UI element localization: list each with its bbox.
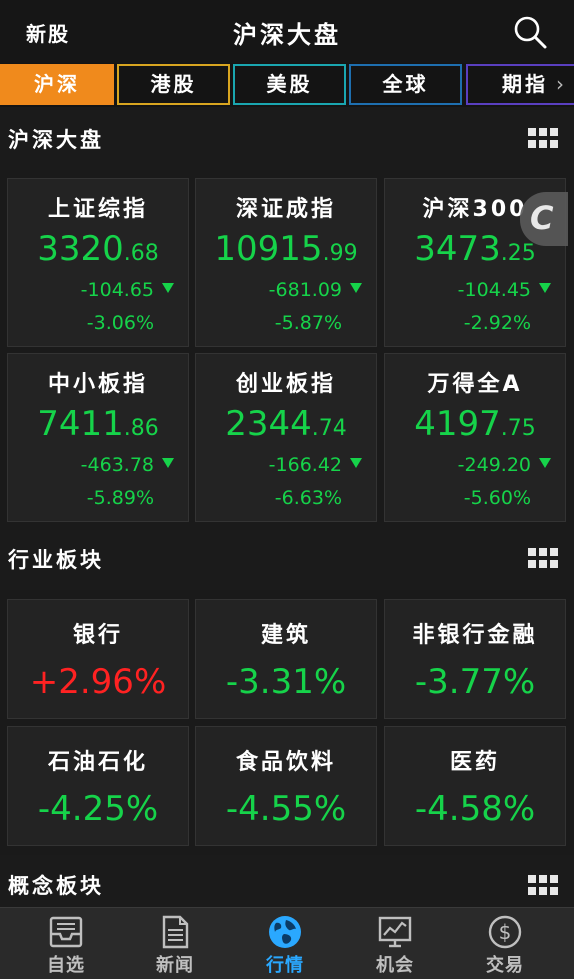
section-industry-header: 行业板块 bbox=[0, 530, 574, 590]
nav-watchlist[interactable]: 自选 bbox=[11, 908, 121, 979]
nav-label: 新闻 bbox=[156, 955, 194, 976]
index-card[interactable]: 创业板指 2344.74 -166.42 -6.63% bbox=[195, 353, 377, 522]
industry-percent: +2.96% bbox=[29, 662, 167, 702]
dollar-icon: $ bbox=[488, 915, 522, 949]
c-logo-icon: C bbox=[530, 199, 554, 237]
index-change: -463.78 bbox=[80, 454, 154, 476]
tab-hushen[interactable]: 沪深 bbox=[0, 64, 114, 105]
down-arrow-icon bbox=[350, 283, 362, 293]
industry-card[interactable]: 食品饮料 -4.55% bbox=[195, 726, 377, 846]
index-name: 万得全A bbox=[427, 372, 523, 397]
index-percent: -3.06% bbox=[86, 312, 154, 334]
nav-opportunity[interactable]: 机会 bbox=[340, 908, 450, 979]
down-arrow-icon bbox=[162, 283, 174, 293]
down-arrow-icon bbox=[162, 458, 174, 468]
section-concept-title: 概念板块 bbox=[8, 874, 104, 898]
grid-icon[interactable] bbox=[528, 128, 558, 150]
nav-market[interactable]: 行情 bbox=[230, 908, 340, 979]
index-name: 中小板指 bbox=[47, 372, 148, 397]
tab-futures-label: 期指 bbox=[502, 72, 548, 96]
nav-label: 机会 bbox=[376, 955, 414, 976]
industry-card[interactable]: 非银行金融 -3.77% bbox=[384, 599, 566, 719]
index-percent: -2.92% bbox=[463, 312, 531, 334]
index-name: 深证成指 bbox=[235, 197, 336, 222]
index-percent: -5.60% bbox=[463, 487, 531, 509]
tab-us[interactable]: 美股 bbox=[233, 64, 346, 105]
industry-name: 石油石化 bbox=[47, 750, 148, 775]
grid-icon[interactable] bbox=[528, 875, 558, 897]
nav-label: 行情 bbox=[266, 955, 304, 976]
svg-text:$: $ bbox=[499, 920, 512, 944]
index-change: -104.65 bbox=[80, 279, 154, 301]
chart-icon bbox=[378, 916, 412, 948]
bottom-nav: 自选 新闻 行情 机会 $ 交易 bbox=[0, 907, 574, 979]
industry-percent: -4.55% bbox=[225, 789, 347, 829]
search-icon[interactable] bbox=[512, 14, 548, 50]
industry-card[interactable]: 医药 -4.58% bbox=[384, 726, 566, 846]
index-value: 2344.74 bbox=[225, 404, 347, 444]
index-change: -249.20 bbox=[457, 454, 531, 476]
index-value: 10915.99 bbox=[214, 229, 358, 269]
document-icon bbox=[162, 915, 189, 949]
index-percent: -6.63% bbox=[274, 487, 342, 509]
tab-futures[interactable]: 期指 › bbox=[466, 64, 574, 105]
market-tabs: 沪深 港股 美股 全球 期指 › bbox=[0, 63, 574, 107]
industry-card[interactable]: 石油石化 -4.25% bbox=[7, 726, 189, 846]
nav-trade[interactable]: $ 交易 bbox=[450, 908, 560, 979]
index-percent: -5.87% bbox=[274, 312, 342, 334]
industry-name: 医药 bbox=[449, 750, 500, 775]
index-card[interactable]: 深证成指 10915.99 -681.09 -5.87% bbox=[195, 178, 377, 347]
tab-hk[interactable]: 港股 bbox=[117, 64, 230, 105]
nav-label: 自选 bbox=[47, 955, 85, 976]
section-industry-title: 行业板块 bbox=[8, 548, 104, 572]
globe-icon bbox=[269, 916, 301, 948]
tab-global[interactable]: 全球 bbox=[349, 64, 462, 105]
page-title: 沪深大盘 bbox=[233, 21, 341, 49]
index-name: 上证综指 bbox=[47, 197, 148, 222]
grid-icon[interactable] bbox=[528, 548, 558, 570]
index-card[interactable]: 万得全A 4197.75 -249.20 -5.60% bbox=[384, 353, 566, 522]
industry-name: 建筑 bbox=[260, 623, 311, 648]
down-arrow-icon bbox=[539, 283, 551, 293]
index-card[interactable]: 上证综指 3320.68 -104.65 -3.06% bbox=[7, 178, 189, 347]
industry-name: 银行 bbox=[72, 623, 123, 648]
index-value: 4197.75 bbox=[414, 404, 536, 444]
index-change: -166.42 bbox=[268, 454, 342, 476]
index-value: 3320.68 bbox=[37, 229, 159, 269]
section-index-header: 沪深大盘 bbox=[0, 110, 574, 170]
inbox-icon bbox=[49, 916, 83, 948]
section-concept-header: 概念板块 bbox=[0, 855, 574, 907]
chevron-right-icon: › bbox=[556, 72, 567, 96]
index-name: 创业板指 bbox=[235, 372, 336, 397]
industry-percent: -3.77% bbox=[414, 662, 536, 702]
industry-percent: -4.58% bbox=[414, 789, 536, 829]
industry-name: 食品饮料 bbox=[235, 750, 336, 775]
index-card[interactable]: 中小板指 7411.86 -463.78 -5.89% bbox=[7, 353, 189, 522]
down-arrow-icon bbox=[350, 458, 362, 468]
down-arrow-icon bbox=[539, 458, 551, 468]
industry-percent: -3.31% bbox=[225, 662, 347, 702]
industry-card[interactable]: 银行 +2.96% bbox=[7, 599, 189, 719]
nav-news[interactable]: 新闻 bbox=[120, 908, 230, 979]
index-percent: -5.89% bbox=[86, 487, 154, 509]
index-change: -681.09 bbox=[268, 279, 342, 301]
index-value: 7411.86 bbox=[37, 404, 159, 444]
floating-c-button[interactable]: C bbox=[520, 192, 568, 246]
top-bar: 新股 沪深大盘 bbox=[0, 0, 574, 63]
section-index-title: 沪深大盘 bbox=[8, 128, 104, 152]
index-change: -104.45 bbox=[457, 279, 531, 301]
nav-label: 交易 bbox=[486, 955, 524, 976]
industry-name: 非银行金融 bbox=[412, 623, 538, 648]
industry-card[interactable]: 建筑 -3.31% bbox=[195, 599, 377, 719]
industry-percent: -4.25% bbox=[37, 789, 159, 829]
